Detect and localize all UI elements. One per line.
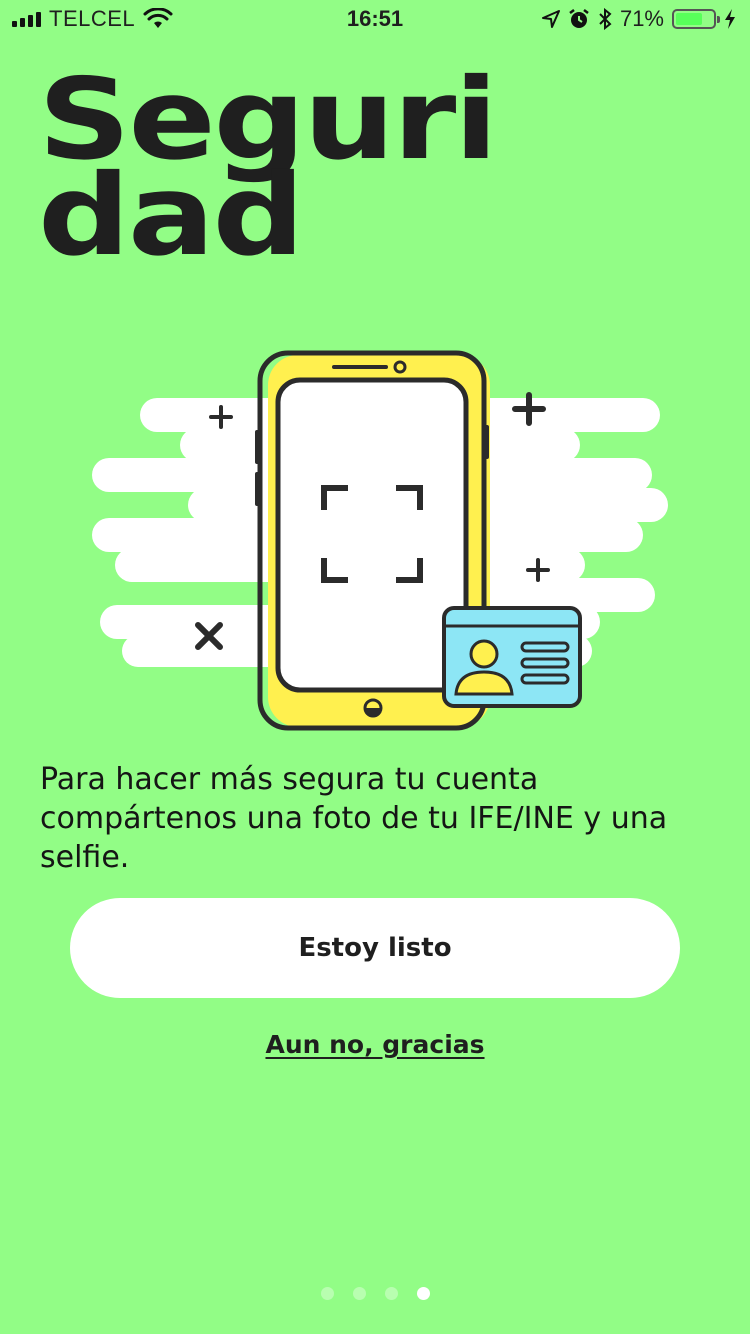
not-now-link[interactable]: Aun no, gracias	[265, 1030, 484, 1059]
status-right: 71%	[541, 6, 736, 32]
page-indicator	[0, 1287, 750, 1300]
charging-icon	[725, 9, 735, 29]
battery-icon	[672, 9, 720, 29]
alarm-icon	[569, 9, 589, 28]
page-dot-4[interactable]	[416, 1287, 430, 1300]
secondary-link-container: Aun no, gracias	[0, 1030, 750, 1059]
page-dot-3[interactable]	[384, 1287, 398, 1300]
status-bar: TELCEL 16:51 71%	[0, 0, 750, 40]
battery-level-fill	[676, 13, 702, 25]
location-icon	[541, 10, 560, 28]
bluetooth-icon	[599, 8, 612, 30]
battery-percent: 71%	[619, 6, 664, 31]
ready-button[interactable]: Estoy listo	[70, 898, 680, 998]
description-text: Para hacer más segura tu cuenta compárte…	[40, 762, 668, 875]
page-title: Seguri dad	[38, 64, 613, 272]
security-illustration	[92, 350, 668, 731]
id-card-icon	[442, 606, 582, 708]
page-dot-2[interactable]	[352, 1287, 366, 1300]
page-dot-1[interactable]	[320, 1287, 334, 1300]
